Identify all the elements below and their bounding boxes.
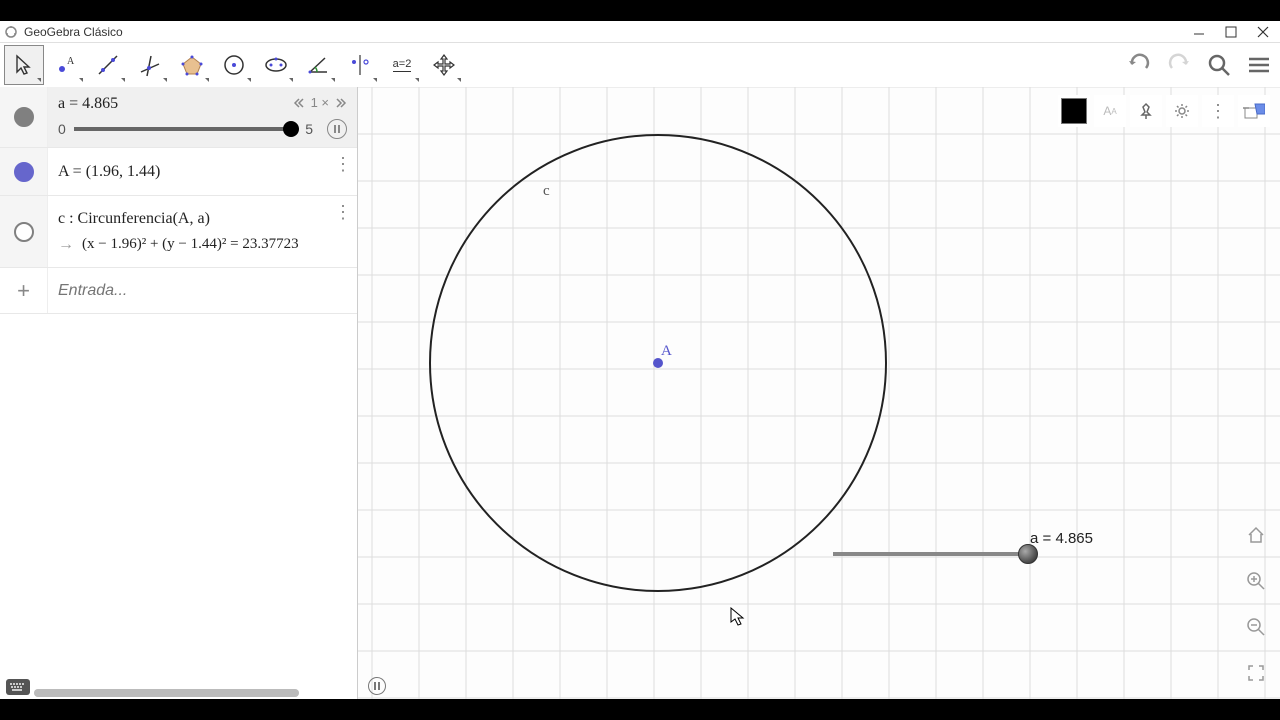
point-tool[interactable]: A xyxy=(46,45,86,85)
zoom-in-button[interactable] xyxy=(1242,567,1270,595)
conic-tool[interactable] xyxy=(256,45,296,85)
canvas-slider-track[interactable] xyxy=(833,552,1033,556)
home-view-button[interactable] xyxy=(1242,521,1270,549)
speed-decrease-icon[interactable] xyxy=(293,97,305,109)
titlebar: GeoGebra Clásico xyxy=(0,21,1280,43)
canvas-slider-handle[interactable] xyxy=(1018,544,1038,564)
more-options-icon[interactable]: ⋮ xyxy=(334,154,351,175)
slider-tool[interactable]: a=2 xyxy=(382,45,422,85)
angle-tool[interactable] xyxy=(298,45,338,85)
canvas-slider-label: a = 4.865 xyxy=(1030,530,1093,547)
minimize-button[interactable] xyxy=(1192,25,1206,39)
object-point-a[interactable]: A = (1.96, 1.44) ⋮ xyxy=(0,148,357,196)
visibility-toggle[interactable] xyxy=(14,222,34,242)
slider-min: 0 xyxy=(58,121,66,137)
circle-c-equation: (x − 1.96)² + (y − 1.44)² = 23.37723 xyxy=(82,236,299,253)
more-options-icon[interactable]: ⋮ xyxy=(334,202,351,223)
horizontal-scrollbar[interactable] xyxy=(34,689,299,697)
visibility-toggle[interactable] xyxy=(14,107,34,127)
redo-button[interactable] xyxy=(1166,52,1192,78)
graphics-view[interactable]: c A a = 4.865 AA ⋮ xyxy=(358,87,1280,699)
algebra-view: a = 4.865 1 × 0 5 xyxy=(0,87,358,699)
label-style-button[interactable]: AA xyxy=(1094,95,1126,127)
maximize-button[interactable] xyxy=(1224,25,1238,39)
circle-c-label: c : Circunferencia(A, a) xyxy=(58,210,347,228)
object-slider-a[interactable]: a = 4.865 1 × 0 5 xyxy=(0,87,357,148)
close-button[interactable] xyxy=(1256,25,1270,39)
color-picker[interactable] xyxy=(1058,95,1090,127)
undo-button[interactable] xyxy=(1126,52,1152,78)
slider-a-handle[interactable] xyxy=(283,121,299,137)
algebra-input[interactable] xyxy=(48,268,357,313)
pause-animation-button[interactable] xyxy=(327,119,347,139)
point-a-canvas-label: A xyxy=(661,343,672,360)
move-view-tool[interactable] xyxy=(424,45,464,85)
circle-label: c xyxy=(543,183,550,200)
arrow-icon: → xyxy=(58,236,74,254)
graphics-toolbar: AA ⋮ xyxy=(1058,95,1270,127)
app-icon xyxy=(4,25,18,39)
settings-button[interactable] xyxy=(1166,95,1198,127)
canvas-pause-button[interactable] xyxy=(368,677,386,695)
object-circle-c[interactable]: c : Circunferencia(A, a) → (x − 1.96)² +… xyxy=(0,196,357,268)
fullscreen-button[interactable] xyxy=(1242,659,1270,687)
plus-icon[interactable]: + xyxy=(17,278,30,304)
search-button[interactable] xyxy=(1206,52,1232,78)
perpendicular-tool[interactable] xyxy=(130,45,170,85)
main-toolbar: A a=2 xyxy=(0,43,1280,87)
virtual-keyboard-button[interactable] xyxy=(6,679,30,695)
slider-max: 5 xyxy=(305,121,313,137)
views-button[interactable] xyxy=(1238,95,1270,127)
window-title: GeoGebra Clásico xyxy=(24,25,1192,39)
input-row: + xyxy=(0,268,357,314)
slider-a-track[interactable] xyxy=(74,127,297,131)
svg-text:A: A xyxy=(67,56,75,67)
polygon-tool[interactable] xyxy=(172,45,212,85)
speed-increase-icon[interactable] xyxy=(335,97,347,109)
menu-button[interactable] xyxy=(1246,52,1272,78)
graphics-more-icon[interactable]: ⋮ xyxy=(1202,95,1234,127)
move-tool[interactable] xyxy=(4,45,44,85)
point-a-label: A = (1.96, 1.44) xyxy=(58,163,347,181)
circle-tool[interactable] xyxy=(214,45,254,85)
pin-button[interactable] xyxy=(1130,95,1162,127)
animation-speed: 1 × xyxy=(311,95,329,110)
line-tool[interactable] xyxy=(88,45,128,85)
zoom-out-button[interactable] xyxy=(1242,613,1270,641)
visibility-toggle[interactable] xyxy=(14,162,34,182)
reflect-tool[interactable] xyxy=(340,45,380,85)
